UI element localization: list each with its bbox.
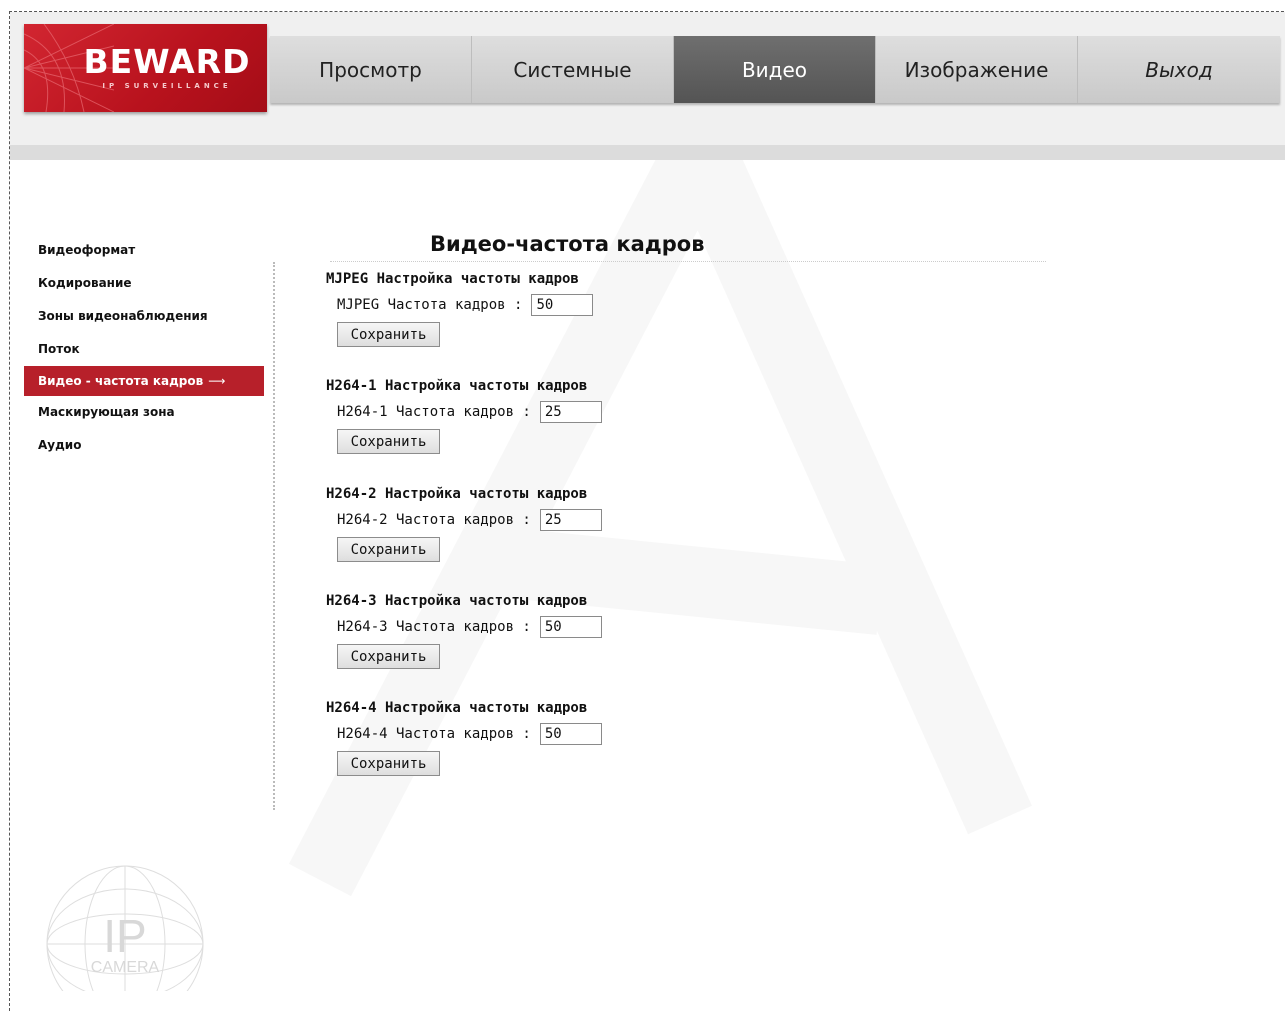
sidebar-divider	[273, 262, 275, 810]
field-label: H264-4 Частота кадров :	[337, 726, 531, 742]
page-title: Видео-частота кадров	[430, 232, 705, 256]
sidebar-item-videoformat[interactable]: Видеоформат	[24, 234, 264, 267]
nav-item-view[interactable]: Просмотр	[270, 36, 472, 103]
ip-camera-logo: IP CAMERA	[30, 864, 220, 991]
section-title: H264-3 Настройка частоты кадров	[326, 593, 588, 609]
arrow-right-icon: ⟶	[208, 374, 226, 388]
sidebar-item-audio[interactable]: Аудио	[24, 429, 264, 462]
save-button[interactable]: Сохранить	[337, 751, 440, 776]
logo-brand-text: BEWARD	[83, 42, 251, 81]
sidebar-item-encoding[interactable]: Кодирование	[24, 267, 264, 300]
section-title: MJPEG Настройка частоты кадров	[326, 271, 579, 287]
nav-item-exit[interactable]: Выход	[1078, 36, 1280, 103]
sidebar: Видеоформат Кодирование Зоны видеонаблюд…	[24, 234, 264, 462]
field-label: H264-2 Частота кадров :	[337, 512, 531, 528]
nav-item-image[interactable]: Изображение	[876, 36, 1078, 103]
form-row: H264-2 Частота кадров :	[326, 505, 726, 535]
sidebar-item-framerate[interactable]: Видео - частота кадров ⟶	[24, 366, 264, 396]
h264-2-framerate-input[interactable]	[539, 509, 602, 531]
section-title: H264-1 Настройка частоты кадров	[326, 378, 588, 394]
section-mjpeg: MJPEG Настройка частоты кадров MJPEG Час…	[326, 268, 726, 347]
save-button[interactable]: Сохранить	[337, 429, 440, 454]
field-label: MJPEG Частота кадров :	[337, 297, 523, 313]
h264-1-framerate-input[interactable]	[539, 401, 602, 423]
field-label: H264-1 Частота кадров :	[337, 404, 531, 420]
nav-item-system[interactable]: Системные	[472, 36, 674, 103]
sidebar-item-framerate-label: Видео - частота кадров	[38, 374, 204, 388]
h264-4-framerate-input[interactable]	[539, 723, 602, 745]
section-title: H264-4 Настройка частоты кадров	[326, 700, 588, 716]
field-label: H264-3 Частота кадров :	[337, 619, 531, 635]
title-divider	[330, 261, 1046, 262]
ip-camera-logo-main: IP	[103, 910, 146, 962]
form-row: H264-4 Частота кадров :	[326, 719, 726, 749]
main-nav: Просмотр Системные Видео Изображение Вых…	[270, 36, 1280, 103]
sidebar-item-stream[interactable]: Поток	[24, 333, 264, 366]
section-h264-2: H264-2 Настройка частоты кадров H264-2 Ч…	[326, 483, 726, 562]
logo-subtitle: IP SURVEILLANCE	[102, 82, 232, 90]
form-row: H264-1 Частота кадров :	[326, 397, 726, 427]
save-button[interactable]: Сохранить	[337, 322, 440, 347]
form-row: MJPEG Частота кадров :	[326, 290, 726, 320]
sidebar-item-surveillance-zones[interactable]: Зоны видеонаблюдения	[24, 300, 264, 333]
save-button[interactable]: Сохранить	[337, 537, 440, 562]
beward-logo: BEWARD IP SURVEILLANCE	[24, 24, 267, 112]
section-h264-3: H264-3 Настройка частоты кадров H264-3 Ч…	[326, 590, 726, 669]
ip-camera-logo-sub: CAMERA	[91, 959, 160, 976]
form-row: H264-3 Частота кадров :	[326, 612, 726, 642]
save-button[interactable]: Сохранить	[337, 644, 440, 669]
section-title: H264-2 Настройка частоты кадров	[326, 486, 588, 502]
globe-icon: IP CAMERA	[46, 865, 204, 991]
h264-3-framerate-input[interactable]	[539, 616, 602, 638]
section-h264-1: H264-1 Настройка частоты кадров H264-1 Ч…	[326, 375, 726, 454]
section-h264-4: H264-4 Настройка частоты кадров H264-4 Ч…	[326, 697, 726, 776]
mjpeg-framerate-input[interactable]	[531, 294, 594, 316]
sidebar-item-mask-zone[interactable]: Маскирующая зона	[24, 396, 264, 429]
nav-item-video[interactable]: Видео	[674, 36, 876, 103]
